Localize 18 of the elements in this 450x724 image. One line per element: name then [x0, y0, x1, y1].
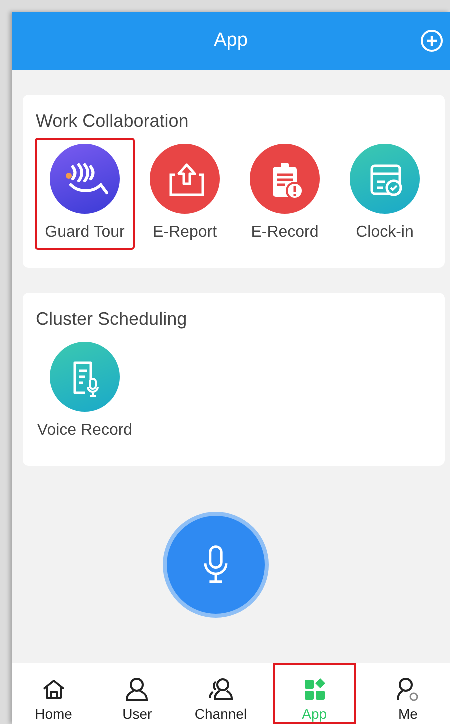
nav-tab[interactable]: Me	[366, 663, 450, 724]
add-icon[interactable]	[420, 29, 444, 53]
nav-tab[interactable]: Home	[12, 663, 96, 724]
app-label: Guard Tour	[45, 224, 125, 242]
app-tile[interactable]: Voice Record	[35, 336, 135, 448]
app-label: Clock-in	[356, 224, 414, 242]
app-label: E-Report	[152, 224, 218, 242]
app-tile[interactable]: Clock-in	[335, 138, 435, 250]
section-title: Work Collaboration	[35, 111, 190, 132]
app-tile[interactable]: E-Report	[135, 138, 235, 250]
nav-tab[interactable]: User	[96, 663, 180, 724]
app-label: E-Record	[251, 224, 319, 242]
app-tile[interactable]: Guard Tour	[35, 138, 135, 250]
app-tile[interactable]: E-Record	[235, 138, 335, 250]
section-title: Cluster Scheduling	[35, 309, 188, 330]
app-label: Voice Record	[37, 422, 133, 440]
nav-tab[interactable]: Channel	[179, 663, 263, 724]
screen-title: App	[214, 30, 248, 52]
